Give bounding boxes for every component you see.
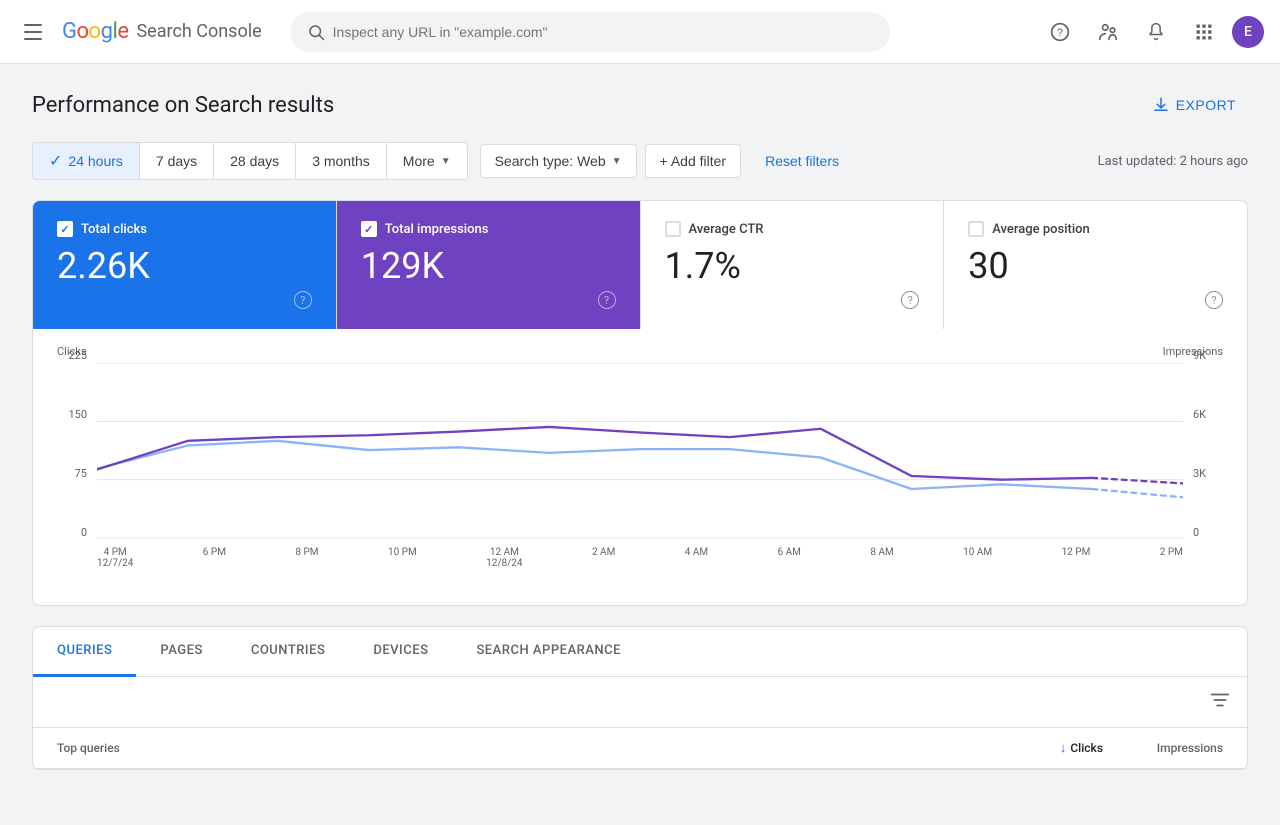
table-col-impressions-label: Impressions	[1103, 741, 1223, 755]
average-ctr-info-icon[interactable]: ?	[901, 291, 919, 309]
x-label-1: 6 PM	[203, 547, 226, 569]
clicks-line-dotted	[1092, 489, 1183, 497]
logo-o1: o	[77, 19, 89, 44]
product-name: Search Console	[136, 21, 261, 42]
table-header: Top queries ↓ Clicks Impressions	[33, 728, 1247, 769]
tab-pages[interactable]: PAGES	[136, 627, 226, 677]
tab-queries[interactable]: QUERIES	[33, 627, 136, 677]
chevron-down-icon: ▼	[441, 156, 451, 167]
tab-devices[interactable]: DEVICES	[349, 627, 452, 677]
average-position-checkbox[interactable]	[968, 221, 984, 237]
y-axis-right: 9K 6K 3K 0	[1185, 349, 1223, 539]
logo-e: e	[117, 19, 128, 44]
header-icons: ?	[1040, 12, 1264, 52]
accounts-button[interactable]	[1088, 12, 1128, 52]
help-icon: ?	[1050, 22, 1070, 42]
x-label-3: 10 PM	[388, 547, 417, 569]
help-button[interactable]: ?	[1040, 12, 1080, 52]
add-filter-button[interactable]: + Add filter	[645, 144, 742, 178]
google-logo: Google	[62, 19, 128, 44]
reset-filters-button[interactable]: Reset filters	[757, 145, 847, 177]
metric-cards: Total clicks 2.26K ? Total impressions 1…	[33, 201, 1247, 329]
logo-g2: g	[101, 19, 113, 44]
search-type-chevron-icon: ▼	[612, 156, 622, 167]
total-impressions-checkbox[interactable]	[361, 221, 377, 237]
logo-g: G	[62, 19, 77, 44]
impressions-line-dotted	[1092, 478, 1183, 484]
last-updated-text: Last updated: 2 hours ago	[1098, 154, 1248, 169]
x-label-7: 6 AM	[778, 547, 801, 569]
filter-7days[interactable]: 7 days	[140, 143, 214, 179]
tab-countries[interactable]: COUNTRIES	[227, 627, 350, 677]
metric-card-total-clicks[interactable]: Total clicks 2.26K ?	[33, 201, 337, 329]
tab-search-appearance[interactable]: SEARCH APPEARANCE	[452, 627, 645, 677]
chart-svg-area	[97, 363, 1183, 539]
x-label-2: 8 PM	[295, 547, 318, 569]
chart-wrapper: Clicks Impressions 225 150 75 0 9K 6K 3K…	[57, 349, 1223, 569]
y-axis-left: 225 150 75 0	[57, 349, 95, 539]
x-label-11: 2 PM	[1160, 547, 1183, 569]
main-content: Performance on Search results EXPORT ✓ 2…	[0, 64, 1280, 794]
search-type-filter[interactable]: Search type: Web ▼	[480, 144, 637, 178]
x-axis-labels: 4 PM 12/7/24 6 PM 8 PM 10 PM 12 AM 12/8/…	[97, 547, 1183, 569]
menu-icon[interactable]	[16, 16, 50, 48]
filter-icon	[1209, 689, 1231, 711]
apps-button[interactable]	[1184, 12, 1224, 52]
filter-more[interactable]: More ▼	[387, 143, 467, 179]
x-label-4: 12 AM 12/8/24	[486, 547, 522, 569]
search-icon	[307, 23, 325, 41]
table-col-queries-label: Top queries	[57, 741, 983, 755]
tabs-header: QUERIES PAGES COUNTRIES DEVICES SEARCH A…	[33, 627, 1247, 677]
metric-card-average-ctr[interactable]: Average CTR 1.7% ?	[641, 201, 945, 329]
logo-area[interactable]: Google Search Console	[62, 19, 262, 44]
url-search-input[interactable]	[333, 24, 873, 40]
metric-card-average-position[interactable]: Average position 30 ?	[944, 201, 1247, 329]
filter-3months[interactable]: 3 months	[296, 143, 387, 179]
x-label-8: 8 AM	[870, 547, 893, 569]
x-label-6: 4 AM	[685, 547, 708, 569]
average-position-info-icon[interactable]: ?	[1205, 291, 1223, 309]
export-button[interactable]: EXPORT	[1140, 88, 1248, 122]
total-clicks-info-icon[interactable]: ?	[294, 291, 312, 309]
sort-arrow-icon: ↓	[1060, 740, 1067, 756]
time-filter-group: ✓ 24 hours 7 days 28 days 3 months More …	[32, 142, 468, 180]
total-clicks-checkbox[interactable]	[57, 221, 73, 237]
x-label-10: 12 PM	[1062, 547, 1091, 569]
filter-28days[interactable]: 28 days	[214, 143, 296, 179]
avatar[interactable]: E	[1232, 16, 1264, 48]
performance-chart: Clicks Impressions 225 150 75 0 9K 6K 3K…	[33, 329, 1247, 585]
page-title-row: Performance on Search results EXPORT	[32, 88, 1248, 122]
x-label-0: 4 PM 12/7/24	[97, 547, 133, 569]
download-icon	[1152, 96, 1170, 114]
accounts-icon	[1097, 21, 1119, 43]
bell-icon	[1146, 22, 1166, 42]
notifications-button[interactable]	[1136, 12, 1176, 52]
tabs-container: QUERIES PAGES COUNTRIES DEVICES SEARCH A…	[32, 626, 1248, 770]
tabs-toolbar	[33, 677, 1247, 728]
x-label-9: 10 AM	[963, 547, 992, 569]
average-ctr-checkbox[interactable]	[665, 221, 681, 237]
filter-24hours[interactable]: ✓ 24 hours	[33, 143, 140, 179]
header: Google Search Console ?	[0, 0, 1280, 64]
grid-icon	[1194, 22, 1214, 42]
table-col-clicks-label[interactable]: ↓ Clicks	[983, 740, 1103, 756]
metric-card-total-impressions[interactable]: Total impressions 129K ?	[337, 201, 641, 329]
check-icon: ✓	[49, 151, 62, 171]
page-title: Performance on Search results	[32, 93, 334, 118]
clicks-line	[97, 441, 1092, 489]
filter-bar: ✓ 24 hours 7 days 28 days 3 months More …	[32, 142, 1248, 180]
filter-list-icon[interactable]	[1209, 689, 1231, 715]
logo-o2: o	[89, 19, 101, 44]
total-impressions-info-icon[interactable]: ?	[598, 291, 616, 309]
impressions-line	[97, 427, 1092, 480]
url-search-bar[interactable]	[290, 12, 890, 52]
svg-text:?: ?	[1057, 27, 1063, 39]
chart-svg	[97, 363, 1183, 539]
x-label-5: 2 AM	[592, 547, 615, 569]
